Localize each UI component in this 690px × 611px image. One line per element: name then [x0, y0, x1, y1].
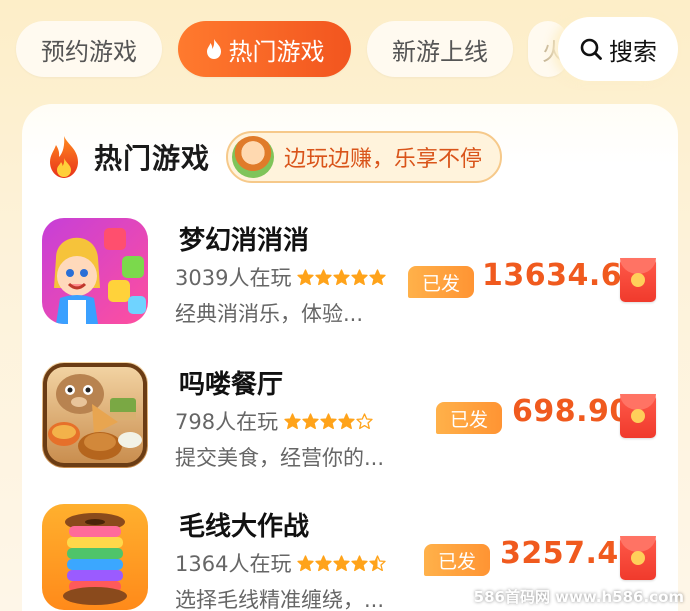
game-description: 经典消消乐，体验...: [175, 302, 364, 326]
player-count: 798人在玩: [175, 410, 279, 434]
red-packet-icon[interactable]: [620, 536, 656, 580]
section-title: 热门游戏: [94, 142, 211, 175]
star-rating: [284, 412, 374, 430]
paid-badge: 已发: [408, 266, 475, 298]
tab-reserve-games[interactable]: 预约游戏: [16, 21, 162, 77]
reward-amount: 698.90: [512, 394, 631, 429]
player-count: 3039人在玩: [175, 266, 292, 290]
game-row[interactable]: 梦幻消消消 3039人在玩 经典消消乐，体验... 已发 13634.69: [22, 216, 678, 336]
star-full-icon: [320, 412, 337, 429]
game-meta: 3039人在玩: [175, 262, 387, 292]
search-label: 搜索: [609, 37, 657, 66]
star-full-icon: [351, 268, 369, 285]
tab-new-games[interactable]: 新游上线: [367, 21, 513, 77]
category-tabs: 预约游戏 热门游戏 新游上线 火 搜索: [0, 0, 690, 100]
star-full-icon: [315, 268, 333, 285]
tab-hot-games[interactable]: 热门游戏: [178, 21, 351, 77]
game-title: 毛线大作战: [179, 512, 310, 542]
star-full-icon: [284, 412, 301, 429]
star-full-icon: [333, 268, 351, 285]
search-button[interactable]: 搜索: [558, 17, 678, 81]
star-empty-icon: [356, 412, 373, 429]
star-full-icon: [351, 554, 369, 571]
game-description: 选择毛线精准缠绕，...: [175, 588, 385, 611]
game-description: 提交美食，经营你的...: [175, 446, 385, 470]
red-packet-icon[interactable]: [620, 258, 656, 302]
yarn-game-icon[interactable]: [42, 504, 148, 610]
game-meta: 1364人在玩: [175, 548, 387, 578]
match3-game-icon[interactable]: [42, 218, 148, 324]
tab-label: 新游上线: [392, 37, 488, 66]
fire-icon: [50, 136, 78, 178]
player-count: 1364人在玩: [175, 552, 292, 576]
slogan-text: 边玩边赚，乐享不停: [284, 147, 483, 172]
star-full-icon: [297, 554, 315, 571]
paid-badge: 已发: [436, 402, 503, 434]
game-row[interactable]: 吗喽餐厅 798人在玩 提交美食，经营你的... 已发 698.90: [22, 360, 678, 480]
search-icon: [580, 38, 602, 60]
slogan-badge[interactable]: 边玩边赚，乐享不停: [226, 131, 503, 183]
game-meta: 798人在玩: [175, 406, 374, 436]
star-full-icon: [315, 554, 333, 571]
flame-icon: [206, 39, 221, 59]
star-full-icon: [369, 268, 387, 285]
tab-label: 预约游戏: [41, 37, 137, 66]
star-full-icon: [338, 412, 355, 429]
site-watermark: 586首码网 www.h586.com: [473, 588, 684, 606]
star-full-icon: [302, 412, 319, 429]
paid-badge: 已发: [424, 544, 491, 576]
star-full-icon: [333, 554, 351, 571]
game-title: 梦幻消消消: [179, 226, 310, 256]
star-rating: [297, 554, 387, 572]
section-header: 热门游戏 边玩边赚，乐享不停: [44, 131, 503, 183]
mascot-avatar: [232, 136, 275, 178]
restaurant-game-icon[interactable]: [42, 362, 148, 468]
hot-games-card: 热门游戏 边玩边赚，乐享不停 梦幻消消消 3039人在玩 经典消消乐，体验...…: [22, 104, 678, 611]
tab-label: 热门游戏: [228, 37, 325, 66]
game-title: 吗喽餐厅: [179, 370, 284, 400]
red-packet-icon[interactable]: [620, 394, 656, 438]
star-rating: [297, 268, 387, 286]
star-half-icon: [369, 554, 387, 571]
star-full-icon: [297, 268, 315, 285]
